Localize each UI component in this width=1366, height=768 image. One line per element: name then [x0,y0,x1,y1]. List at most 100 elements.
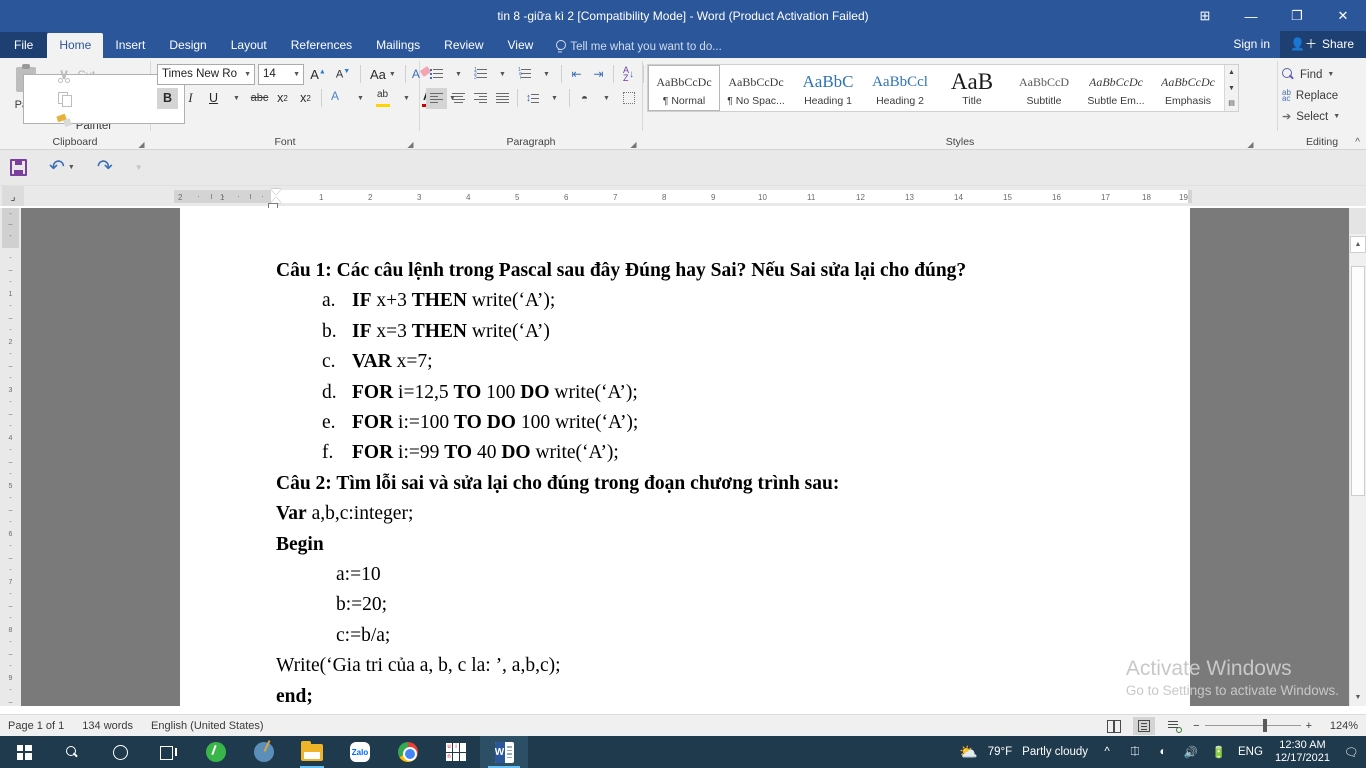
word-count-status[interactable]: 134 words [82,720,133,732]
split-window-handle[interactable] [1350,208,1366,234]
action-center-icon[interactable]: 🗨 [1342,743,1360,761]
align-left-button[interactable] [426,87,447,109]
strikethrough-button[interactable]: abc [249,88,270,109]
style-subtitle[interactable]: AaBbCcD Subtitle [1008,65,1080,111]
read-mode-button[interactable] [1103,717,1125,735]
text-effects-button[interactable]: A [327,88,348,109]
taskbar-app-file-explorer[interactable] [288,736,336,768]
style-heading-1[interactable]: AaBbC Heading 1 [792,65,864,111]
chevron-down-icon[interactable]: ▼ [596,88,617,109]
scrollbar-thumb[interactable] [1351,266,1365,496]
language-status[interactable]: English (United States) [151,720,264,732]
horizontal-ruler[interactable]: 2 1 1 2 3 4 5 6 7 8 9 10 11 12 13 14 15 … [174,188,1192,210]
change-case-button[interactable]: Aa ▼ [367,67,399,82]
chevron-down-icon[interactable]: ▼ [350,88,371,109]
zoom-track[interactable] [1204,718,1301,732]
vertical-ruler[interactable]: - – - - – - 1 - – - 2 - – - 3 - – - 4 - … [0,208,21,706]
align-right-button[interactable] [470,88,491,109]
taskbar-app-green[interactable] [192,736,240,768]
styles-scroll-down-icon[interactable]: ▼ [1225,81,1238,96]
shading-button[interactable]: ◓ [574,88,595,109]
font-dialog-launcher[interactable]: ◢ [406,140,415,149]
underline-button[interactable]: U [203,88,224,109]
multilevel-list-button[interactable]: 1ai [514,64,535,85]
share-button[interactable]: 👤＋ Share [1280,31,1366,58]
scroll-up-icon[interactable]: ▲ [1350,236,1366,253]
taskbar-app-chrome[interactable] [384,736,432,768]
chevron-down-icon[interactable]: ▼ [1327,71,1334,78]
select-button[interactable]: ➔ Select ▼ [1278,106,1340,127]
style-no-spacing[interactable]: AaBbCcDc ¶ No Spac... [720,65,792,111]
cortana-button[interactable] [96,736,144,768]
document-area[interactable]: Câu 1: Các câu lệnh trong Pascal sau đây… [21,208,1349,706]
tell-me-search[interactable]: Tell me what you want to do... [545,36,732,58]
superscript-button[interactable]: x2 [295,88,316,109]
undo-button[interactable]: ↶ ▼ [49,158,75,177]
chevron-down-icon[interactable]: ▼ [492,64,513,85]
ribbon-display-options-icon[interactable]: ⊞ [1182,0,1228,32]
tab-references[interactable]: References [279,33,364,58]
decrease-indent-button[interactable]: ⇤ [566,64,587,85]
tab-stop-selector[interactable]: ⌟ [2,186,24,206]
vertical-scrollbar[interactable]: ▲ ▼ [1349,208,1366,706]
line-spacing-button[interactable]: ↕ [522,88,543,109]
close-button[interactable]: ✕ [1320,0,1366,32]
sign-in-button[interactable]: Sign in [1223,33,1280,57]
justify-button[interactable] [492,88,513,109]
chevron-down-icon[interactable]: ▼ [536,64,557,85]
chevron-down-icon[interactable]: ▼ [1333,113,1340,120]
style-subtle-emphasis[interactable]: AaBbCcDc Subtle Em... [1080,65,1152,111]
clock[interactable]: 12:30 AM 12/17/2021 [1273,739,1332,765]
search-button[interactable] [48,736,96,768]
weather-condition[interactable]: Partly cloudy [1022,746,1088,758]
tab-mailings[interactable]: Mailings [364,33,432,58]
styles-scroll-up-icon[interactable]: ▲ [1225,65,1238,80]
input-language[interactable]: ENG [1238,746,1263,758]
find-button[interactable]: Find ▼ [1278,64,1334,85]
print-layout-button[interactable] [1133,716,1156,735]
clipboard-dialog-launcher[interactable]: ◢ [137,140,146,149]
tab-home[interactable]: Home [47,33,104,58]
onedrive-icon[interactable]: ⎅ [1126,743,1144,761]
taskbar-app-paint[interactable] [240,736,288,768]
styles-gallery[interactable]: AaBbCcDc ¶ Normal AaBbCcDc ¶ No Spac... … [647,64,1239,112]
tab-insert[interactable]: Insert [103,33,157,58]
collapse-ribbon-icon[interactable]: ^ [1355,137,1360,148]
chevron-down-icon[interactable]: ▼ [448,64,469,85]
scroll-down-icon[interactable]: ▼ [1350,689,1366,706]
borders-button[interactable] [618,88,639,109]
numbering-button[interactable]: 123 [470,64,491,85]
chevron-down-icon[interactable]: ▼ [226,88,247,109]
sort-button[interactable]: A Z ↓ [618,64,639,85]
style-title[interactable]: AaB Title [936,65,1008,111]
replace-button[interactable]: ab ac Replace [1278,85,1338,106]
style-normal[interactable]: AaBbCcDc ¶ Normal [648,65,720,111]
weather-temp[interactable]: 79°F [988,746,1012,758]
chevron-down-icon[interactable]: ▼ [396,88,417,109]
document-content[interactable]: Câu 1: Các câu lệnh trong Pascal sau đây… [276,256,1126,706]
styles-more-icon[interactable]: ▤ [1225,96,1238,111]
show-hidden-icons-button[interactable]: ^ [1098,743,1116,761]
start-button[interactable] [0,736,48,768]
tab-view[interactable]: View [496,33,546,58]
increase-indent-button[interactable]: ⇥ [588,64,609,85]
bold-button[interactable]: B [157,87,178,109]
styles-dialog-launcher[interactable]: ◢ [1246,140,1255,149]
zoom-level[interactable]: 124% [1320,720,1358,732]
taskbar-app-zalo[interactable]: Zalo [336,736,384,768]
zoom-in-button[interactable]: + [1306,720,1312,732]
page-number-status[interactable]: Page 1 of 1 [8,720,64,732]
web-layout-button[interactable] [1163,717,1185,735]
taskbar-app-unikey[interactable]: u i n [432,736,480,768]
zoom-knob[interactable] [1262,718,1267,732]
chevron-down-icon[interactable]: ▼ [544,88,565,109]
document-page[interactable]: Câu 1: Các câu lệnh trong Pascal sau đây… [180,208,1190,706]
battery-icon[interactable]: 🔋 [1210,743,1228,761]
task-view-button[interactable] [144,736,192,768]
volume-icon[interactable]: 🔊 [1182,743,1200,761]
taskbar-app-word[interactable]: W [480,736,528,768]
restore-button[interactable]: ❐ [1274,0,1320,32]
tab-layout[interactable]: Layout [219,33,279,58]
grow-font-button[interactable]: A▲ [307,67,329,82]
tab-design[interactable]: Design [157,33,218,58]
